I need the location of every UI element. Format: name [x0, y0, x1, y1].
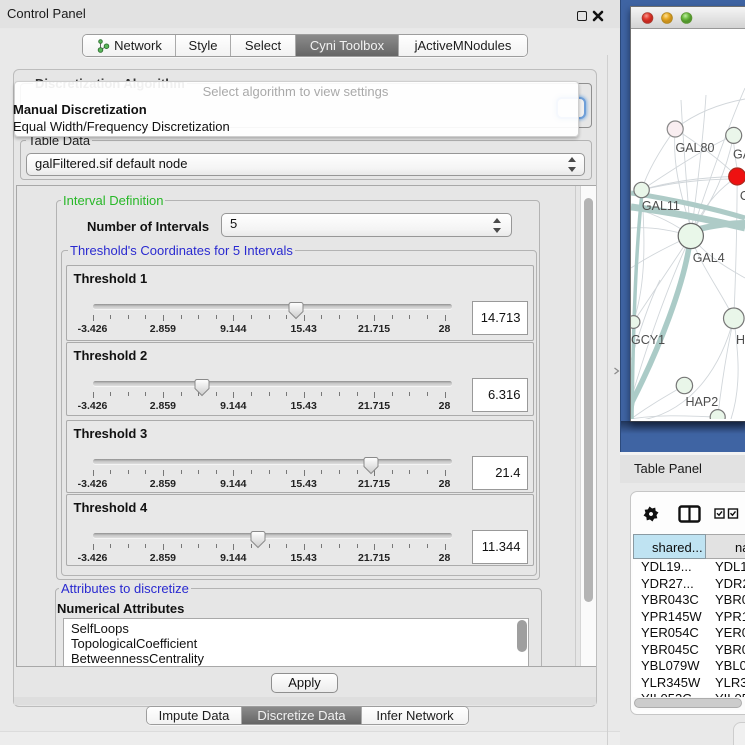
svg-text:CC: CC — [740, 189, 745, 203]
svg-text:GAL11: GAL11 — [642, 199, 680, 213]
svg-text:GCY1: GCY1 — [631, 333, 665, 347]
svg-text:GAL8: GAL8 — [733, 148, 745, 162]
svg-text:GAL80: GAL80 — [676, 141, 715, 155]
svg-text:HAP2: HAP2 — [686, 395, 719, 409]
svg-text:HIS: HIS — [736, 333, 745, 347]
svg-text:GAL4: GAL4 — [693, 251, 725, 265]
